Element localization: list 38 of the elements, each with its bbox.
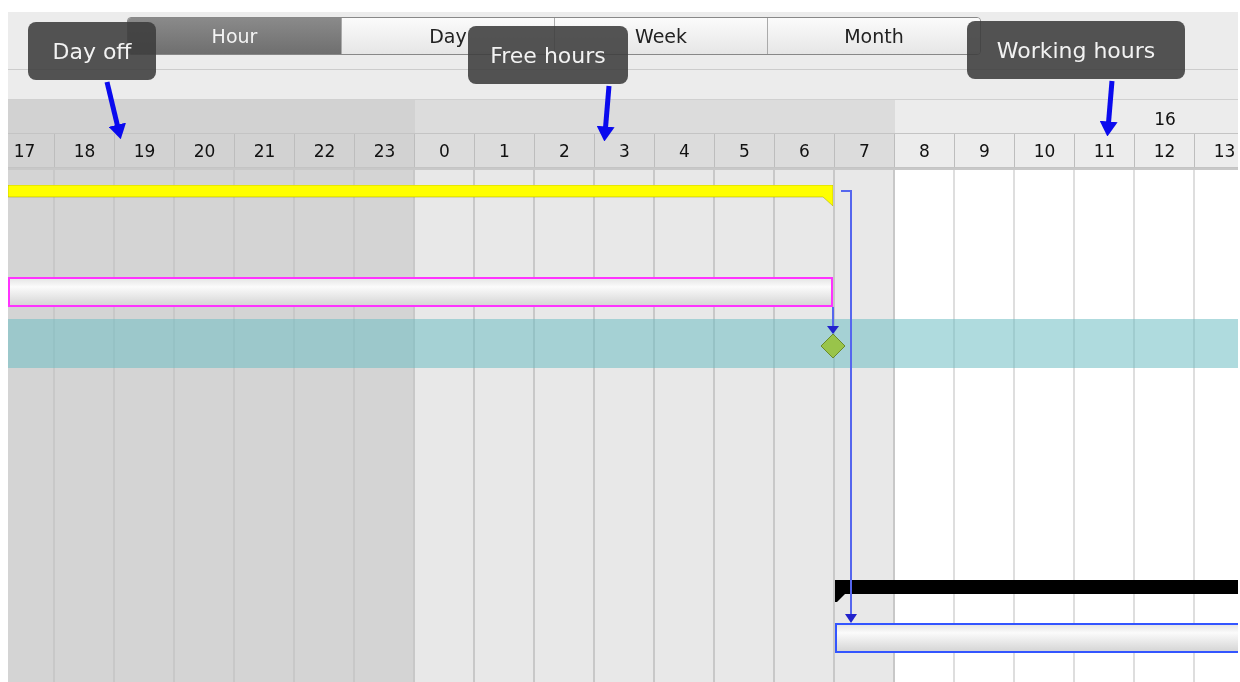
day-label: 16 <box>1154 109 1176 129</box>
summary-bar[interactable] <box>835 580 1238 602</box>
day-header-cell <box>895 100 955 133</box>
hour-header-cell: 21 <box>235 134 295 167</box>
hour-header-cell: 2 <box>535 134 595 167</box>
hour-header-cell: 7 <box>835 134 895 167</box>
hour-header-cell: 3 <box>595 134 655 167</box>
milestone-diamond[interactable] <box>820 333 846 359</box>
day-header-cell <box>8 100 55 133</box>
task-bar[interactable] <box>835 623 1238 653</box>
hour-header-cell: 6 <box>775 134 835 167</box>
arrow-icon <box>102 80 128 142</box>
hour-header-cell: 8 <box>895 134 955 167</box>
hour-header-cell: 22 <box>295 134 355 167</box>
day-header-cell <box>355 100 415 133</box>
hour-header-cell: 1 <box>475 134 535 167</box>
day-header-cell <box>115 100 175 133</box>
task-bar[interactable] <box>8 277 833 307</box>
scale-tab[interactable]: Month <box>767 18 980 54</box>
hour-header-cell: 23 <box>355 134 415 167</box>
callout-label: Working hours <box>967 21 1185 79</box>
callout-label: Free hours <box>468 26 628 84</box>
hour-header-cell: 0 <box>415 134 475 167</box>
hour-header-cell: 9 <box>955 134 1015 167</box>
hour-header-cell: 11 <box>1075 134 1135 167</box>
hour-header-cell: 17 <box>8 134 55 167</box>
hour-header-cell: 20 <box>175 134 235 167</box>
hour-header-cell: 5 <box>715 134 775 167</box>
hour-header-cell: 4 <box>655 134 715 167</box>
hour-header-cell: 12 <box>1135 134 1195 167</box>
day-header-cell <box>835 100 895 133</box>
day-header-cell <box>415 100 475 133</box>
hour-header-cell: 19 <box>115 134 175 167</box>
hour-header-cell: 18 <box>55 134 115 167</box>
day-header-cell <box>55 100 115 133</box>
hour-header-cell: 10 <box>1015 134 1075 167</box>
hour-header-cell: 13 <box>1195 134 1238 167</box>
callout-label: Day off <box>28 22 156 80</box>
